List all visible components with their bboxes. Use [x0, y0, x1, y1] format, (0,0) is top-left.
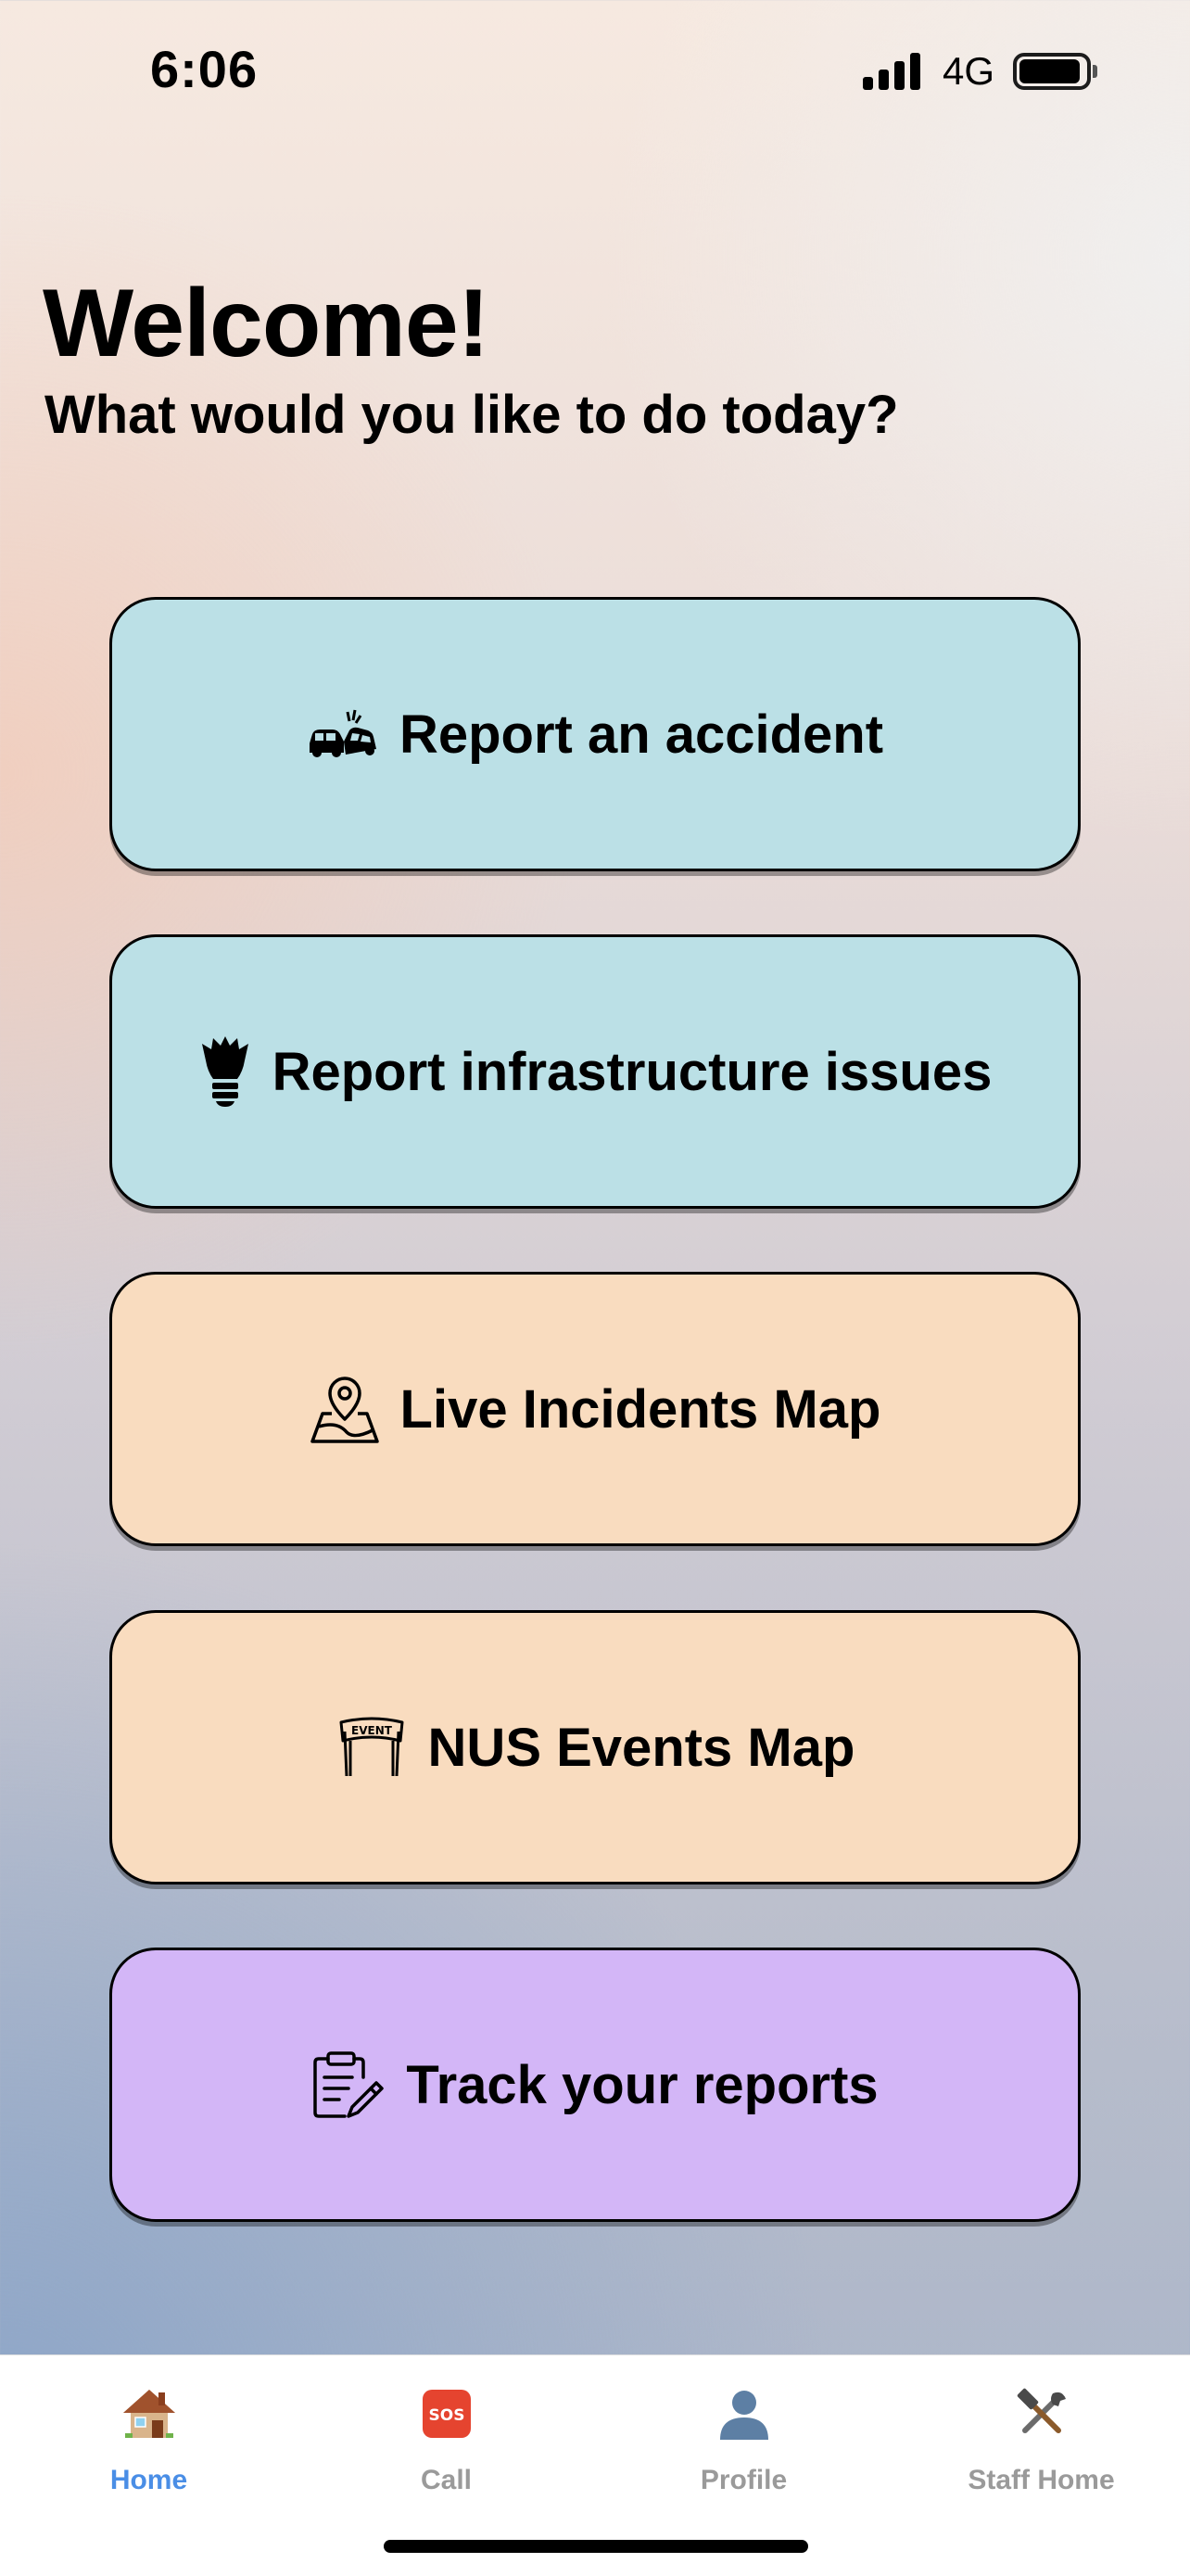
status-bar: 6:06 4G: [0, 0, 1190, 139]
report-accident-button[interactable]: Report an accident: [109, 597, 1081, 871]
tab-profile-label: Profile: [700, 2465, 788, 2495]
report-infrastructure-label: Report infrastructure issues: [272, 1041, 993, 1102]
home-indicator: [384, 2540, 808, 2553]
lightbulb-icon: [198, 1034, 252, 1109]
sos-icon-text: SOS: [428, 2406, 464, 2425]
tab-staff-home[interactable]: Staff Home: [892, 2381, 1190, 2496]
cellular-signal-icon: [862, 53, 920, 90]
sos-icon: SOS: [422, 2381, 472, 2446]
tab-profile[interactable]: Profile: [595, 2381, 892, 2496]
car-crash-icon: [307, 708, 379, 760]
page-subtitle: What would you like to do today?: [44, 385, 899, 445]
person-silhouette-icon: [717, 2381, 771, 2446]
report-infrastructure-button[interactable]: Report infrastructure issues: [109, 934, 1081, 1209]
report-accident-label: Report an accident: [399, 704, 884, 765]
tab-call-label: Call: [420, 2465, 473, 2495]
status-time: 6:06: [150, 40, 259, 98]
tab-home[interactable]: Home: [0, 2381, 298, 2496]
tab-call[interactable]: SOS Call: [298, 2381, 595, 2496]
live-incidents-map-button[interactable]: Live Incidents Map: [109, 1272, 1081, 1546]
event-banner-icon: EVENT: [335, 1717, 408, 1778]
house-icon: [121, 2381, 177, 2446]
track-reports-button[interactable]: Track your reports: [109, 1948, 1081, 2222]
map-pin-icon: [310, 1373, 380, 1445]
page-title: Welcome!: [43, 270, 489, 377]
event-banner-text: EVENT: [351, 1724, 393, 1737]
tab-home-label: Home: [109, 2465, 188, 2495]
tab-staff-home-label: Staff Home: [968, 2465, 1115, 2495]
track-reports-label: Track your reports: [406, 2054, 879, 2115]
battery-tip: [1093, 65, 1097, 78]
nus-events-map-label: NUS Events Map: [427, 1717, 855, 1778]
clipboard-edit-icon: [311, 2049, 386, 2120]
nus-events-map-button[interactable]: EVENT NUS Events Map: [109, 1610, 1081, 1884]
network-type: 4G: [942, 49, 994, 93]
live-incidents-map-label: Live Incidents Map: [399, 1378, 881, 1440]
status-indicators: 4G: [862, 48, 1097, 95]
battery-icon: [1013, 53, 1091, 90]
hammer-wrench-icon: [1014, 2381, 1070, 2446]
